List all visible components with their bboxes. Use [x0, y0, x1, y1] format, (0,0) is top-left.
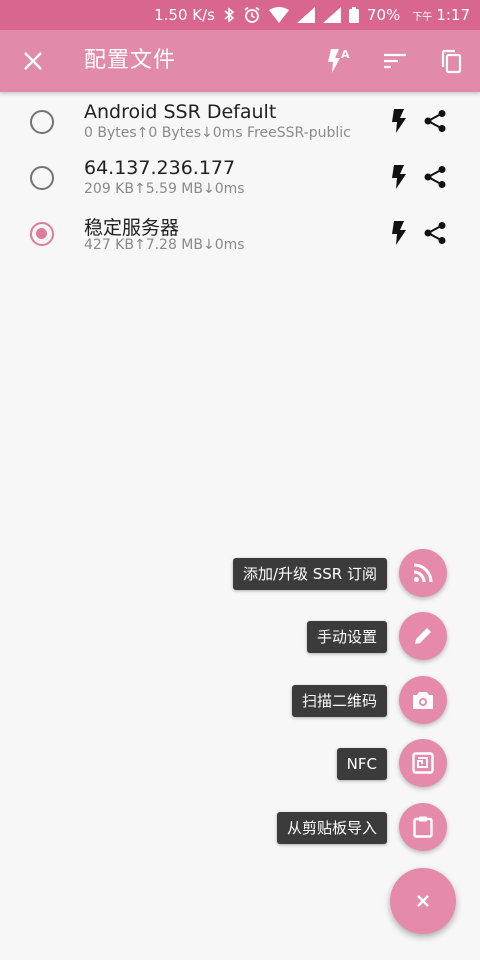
list-item[interactable]: 64.137.236.177 209 KB↑5.59 MB↓0ms	[0, 154, 480, 210]
fab-label-nfc[interactable]: NFC	[336, 748, 387, 780]
profile-stats: 209 KB↑5.59 MB↓0ms	[84, 181, 245, 197]
fab-label-manual[interactable]: 手动设置	[306, 621, 387, 653]
profile-name: 稳定服务器	[84, 217, 180, 239]
flash-icon	[392, 221, 406, 245]
scan-qr-button[interactable]	[399, 676, 447, 724]
fab-close-button[interactable]	[390, 868, 456, 934]
share-icon	[424, 222, 446, 244]
sort-icon	[384, 53, 406, 69]
radio-button[interactable]	[30, 110, 54, 134]
profile-name: Android SSR Default	[84, 101, 277, 123]
share-button[interactable]	[422, 108, 448, 134]
test-latency-button[interactable]	[386, 108, 412, 134]
test-latency-button[interactable]	[386, 164, 412, 190]
share-icon	[424, 166, 446, 188]
bluetooth-icon	[223, 7, 235, 23]
profile-name: 64.137.236.177	[84, 157, 236, 179]
radio-button-selected[interactable]	[30, 222, 54, 246]
battery-percent: 70%	[366, 6, 401, 24]
share-button[interactable]	[422, 220, 448, 246]
flash-auto-icon: A	[328, 48, 350, 73]
flash-icon	[392, 109, 406, 133]
am-pm: 下午	[412, 11, 433, 23]
share-icon	[424, 110, 446, 132]
page-title: 配置文件	[84, 48, 177, 73]
test-latency-button[interactable]	[386, 220, 412, 246]
list-item[interactable]: Android SSR Default 0 Bytes↑0 Bytes↓0ms …	[0, 98, 480, 154]
fab-label-subscription[interactable]: 添加/升级 SSR 订阅	[232, 558, 387, 590]
close-icon	[417, 895, 429, 907]
list-item[interactable]: 稳定服务器 427 KB↑7.28 MB↓0ms	[0, 210, 480, 266]
nfc-icon	[412, 752, 434, 774]
wifi-icon	[268, 7, 289, 23]
close-button[interactable]	[14, 42, 52, 80]
add-subscription-button[interactable]	[399, 549, 447, 597]
nfc-button[interactable]	[399, 739, 447, 787]
copy-icon	[441, 49, 462, 74]
battery-icon	[348, 7, 359, 23]
app-toolbar: 配置文件 A	[0, 30, 480, 92]
clipboard-icon	[413, 816, 433, 838]
signal-icon	[296, 7, 315, 23]
clock-time: 1:17	[436, 6, 470, 24]
net-speed: 1.50 K/s	[154, 6, 215, 24]
status-bar: 1.50 K/s 70% 下午 1:17	[0, 0, 480, 30]
profile-stats: 427 KB↑7.28 MB↓0ms	[84, 237, 245, 253]
share-button[interactable]	[422, 164, 448, 190]
profile-stats: 0 Bytes↑0 Bytes↓0ms FreeSSR-public	[84, 125, 351, 141]
import-clipboard-button[interactable]	[399, 803, 447, 851]
copy-button[interactable]	[432, 42, 470, 80]
rss-icon	[413, 563, 433, 583]
test-latency-button[interactable]: A	[321, 42, 359, 80]
alarm-icon	[243, 6, 261, 24]
camera-icon	[413, 692, 433, 709]
fab-label-clipboard[interactable]: 从剪贴板导入	[276, 812, 387, 844]
profile-list: Android SSR Default 0 Bytes↑0 Bytes↓0ms …	[0, 98, 480, 266]
manual-settings-button[interactable]	[399, 612, 447, 660]
radio-button[interactable]	[30, 166, 54, 190]
svg-text:A: A	[341, 48, 350, 61]
signal-icon-2	[322, 7, 341, 23]
pencil-icon	[415, 628, 431, 644]
close-icon	[24, 52, 42, 70]
sort-button[interactable]	[376, 42, 414, 80]
flash-icon	[392, 165, 406, 189]
fab-label-scan-qr[interactable]: 扫描二维码	[291, 685, 387, 717]
